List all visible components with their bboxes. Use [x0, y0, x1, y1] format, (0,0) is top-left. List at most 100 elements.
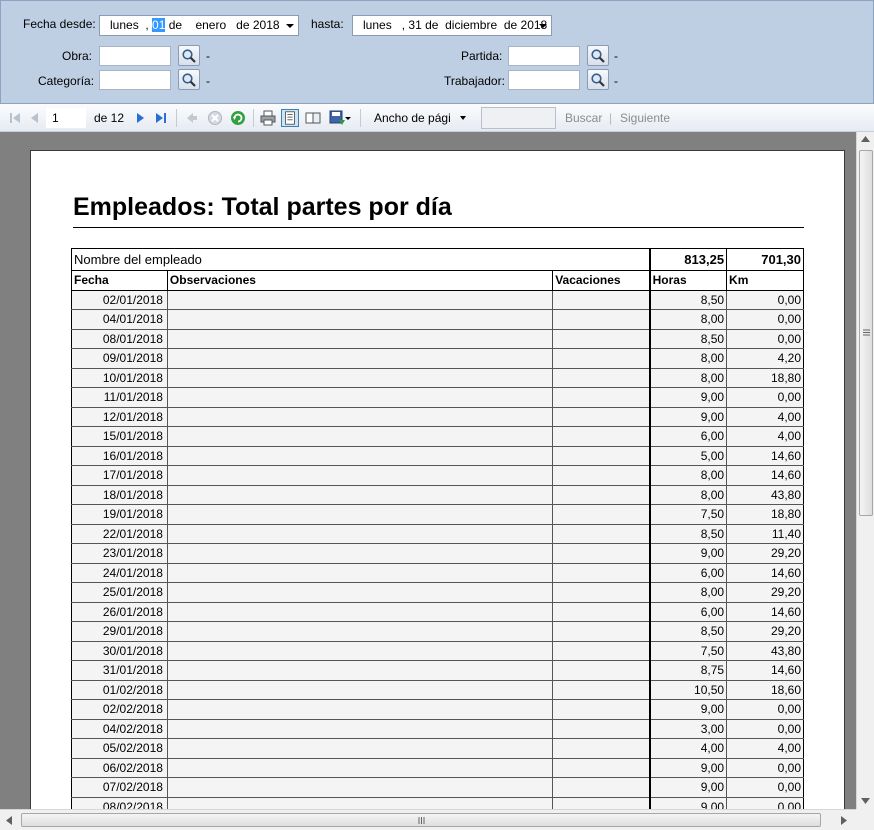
vacaciones-cell [552, 718, 651, 739]
toolbar-separator: | [609, 111, 613, 125]
prev-page-icon[interactable] [26, 109, 44, 127]
report-title: Empleados: Total partes por día [73, 193, 452, 221]
fecha-desde-picker[interactable]: lunes , 01 de enero de 2018 [99, 15, 299, 36]
observaciones-cell [166, 348, 554, 369]
horas-cell: 9,00 [648, 406, 728, 427]
date-cell: 08/01/2018 [71, 328, 168, 349]
observaciones-cell [166, 738, 554, 759]
first-page-icon[interactable] [6, 109, 24, 127]
page-setup-icon[interactable] [304, 109, 322, 127]
total-horas: 813,25 [648, 248, 728, 271]
table-row: 31/01/2018 8,75 14,60 [71, 660, 804, 681]
observaciones-cell [166, 328, 554, 349]
title-rule [73, 227, 804, 228]
trabajador-search-button[interactable] [587, 69, 609, 90]
chevron-down-icon[interactable] [344, 109, 352, 127]
table-row: 29/01/2018 8,50 29,20 [71, 621, 804, 642]
table-row: 01/02/2018 10,50 18,60 [71, 679, 804, 700]
horas-cell: 5,00 [648, 445, 728, 466]
obra-search-button[interactable] [178, 45, 200, 66]
scroll-right-icon[interactable] [841, 816, 847, 825]
find-next-link[interactable]: Siguiente [620, 111, 670, 125]
vacaciones-cell [552, 309, 651, 330]
vacaciones-cell [552, 504, 651, 525]
partida-search-button[interactable] [587, 45, 609, 66]
table-row: 04/01/2018 8,00 0,00 [71, 309, 804, 330]
km-cell: 14,60 [726, 660, 804, 681]
date-cell: 29/01/2018 [71, 621, 168, 642]
km-cell: 0,00 [726, 309, 804, 330]
find-input[interactable] [481, 107, 556, 129]
last-page-icon[interactable] [152, 109, 170, 127]
hasta-picker[interactable]: lunes , 31 de diciembre de 2018 [352, 15, 552, 36]
date-cell: 17/01/2018 [71, 465, 168, 486]
vacaciones-cell [552, 328, 651, 349]
horas-cell: 8,50 [648, 328, 728, 349]
partida-input[interactable] [508, 46, 580, 66]
day-segment-selected[interactable]: 01 [152, 18, 166, 32]
print-icon[interactable] [259, 109, 277, 127]
chevron-down-icon[interactable] [286, 24, 294, 28]
km-cell: 4,00 [726, 406, 804, 427]
current-page-input[interactable]: 1 [46, 108, 86, 128]
km-cell: 18,80 [726, 504, 804, 525]
next-page-icon[interactable] [131, 109, 149, 127]
observaciones-cell [166, 679, 554, 700]
trabajador-input[interactable] [508, 70, 580, 90]
categoria-search-button[interactable] [178, 69, 200, 90]
horas-cell: 9,00 [648, 699, 728, 720]
scroll-left-icon[interactable] [6, 816, 12, 825]
vacaciones-cell [552, 445, 651, 466]
trabajador-value: - [614, 74, 618, 88]
vacaciones-cell [552, 660, 651, 681]
print-layout-icon[interactable] [281, 109, 299, 127]
chevron-down-icon[interactable] [539, 24, 547, 28]
vacaciones-cell [552, 367, 651, 388]
zoom-dropdown[interactable]: Ancho de pági [368, 108, 472, 128]
date-cell: 25/01/2018 [71, 582, 168, 603]
stop-icon[interactable] [206, 109, 224, 127]
horas-cell: 8,50 [648, 523, 728, 544]
horizontal-scrollbar[interactable] [0, 809, 856, 830]
scroll-down-icon[interactable] [861, 798, 870, 804]
scroll-up-icon[interactable] [861, 136, 870, 142]
km-cell: 0,00 [726, 387, 804, 408]
vacaciones-cell [552, 406, 651, 427]
horas-cell: 8,00 [648, 367, 728, 388]
obra-input[interactable] [99, 46, 171, 66]
table-row: 19/01/2018 7,50 18,80 [71, 504, 804, 525]
table-row: 02/01/2018 8,50 0,00 [71, 289, 804, 310]
vacaciones-cell [552, 484, 651, 505]
km-cell: 18,60 [726, 679, 804, 700]
find-link[interactable]: Buscar [565, 111, 602, 125]
observaciones-cell [166, 367, 554, 388]
refresh-icon[interactable] [229, 109, 247, 127]
back-icon[interactable] [183, 109, 201, 127]
horizontal-scroll-thumb[interactable] [21, 813, 821, 827]
report-viewer[interactable]: Empleados: Total partes por día Nombre d… [0, 132, 874, 830]
vacaciones-cell [552, 562, 651, 583]
vacaciones-cell [552, 640, 651, 661]
partida-value: - [614, 49, 618, 63]
grip-icon [418, 817, 425, 824]
table-row: 07/02/2018 9,00 0,00 [71, 777, 804, 798]
km-cell: 14,60 [726, 562, 804, 583]
observaciones-cell [166, 621, 554, 642]
observaciones-cell [166, 582, 554, 603]
km-cell: 43,80 [726, 640, 804, 661]
km-cell: 18,80 [726, 367, 804, 388]
vertical-scrollbar[interactable] [856, 132, 874, 809]
vertical-scroll-thumb[interactable] [859, 150, 873, 516]
vacaciones-cell [552, 601, 651, 622]
horas-cell: 8,50 [648, 621, 728, 642]
table-row: 15/01/2018 6,00 4,00 [71, 426, 804, 447]
categoria-input[interactable] [99, 70, 171, 90]
search-icon [591, 49, 605, 63]
observaciones-cell [166, 523, 554, 544]
vacaciones-cell [552, 465, 651, 486]
column-header-observaciones: Observaciones [166, 270, 554, 291]
observaciones-cell [166, 426, 554, 447]
obra-value: - [206, 49, 210, 63]
date-cell: 11/01/2018 [71, 387, 168, 408]
horas-cell: 9,00 [648, 777, 728, 798]
